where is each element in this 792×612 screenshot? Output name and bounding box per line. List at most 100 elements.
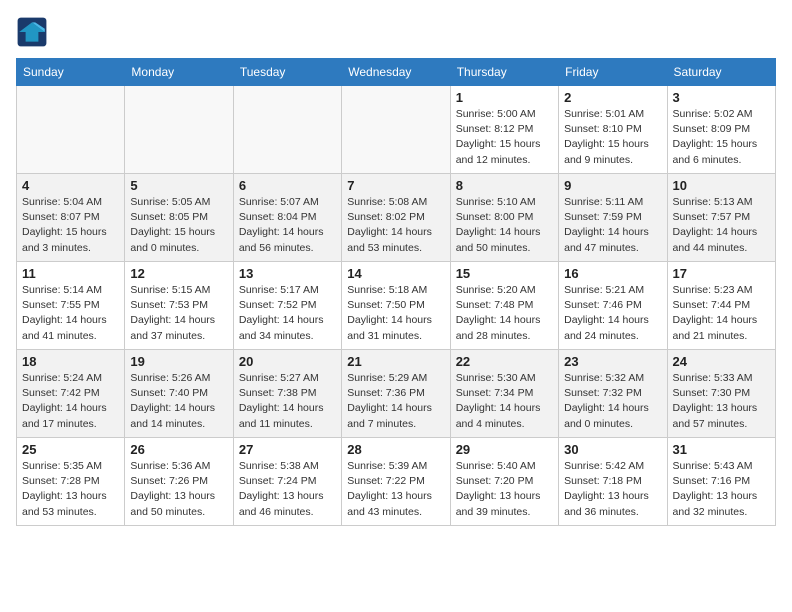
day-info: Sunrise: 5:11 AMSunset: 7:59 PMDaylight:… <box>564 195 661 256</box>
day-info: Sunrise: 5:14 AMSunset: 7:55 PMDaylight:… <box>22 283 119 344</box>
weekday-header-monday: Monday <box>125 59 233 86</box>
calendar-body: 1 Sunrise: 5:00 AMSunset: 8:12 PMDaylight… <box>17 86 776 526</box>
day-info: Sunrise: 5:20 AMSunset: 7:48 PMDaylight:… <box>456 283 553 344</box>
day-number: 11 <box>22 266 119 281</box>
calendar-cell: 4 Sunrise: 5:04 AMSunset: 8:07 PMDaylight… <box>17 174 125 262</box>
day-number: 26 <box>130 442 227 457</box>
day-info: Sunrise: 5:39 AMSunset: 7:22 PMDaylight:… <box>347 459 444 520</box>
weekday-header-tuesday: Tuesday <box>233 59 341 86</box>
calendar-cell: 28Sunrise: 5:39 AMSunset: 7:22 PMDayligh… <box>342 438 450 526</box>
calendar-cell: 21 Sunrise: 5:29 AMSunset: 7:36 PMDayligh… <box>342 350 450 438</box>
calendar-cell: 15 Sunrise: 5:20 AMSunset: 7:48 PMDayligh… <box>450 262 558 350</box>
day-number: 22 <box>456 354 553 369</box>
week-row-1: 1 Sunrise: 5:00 AMSunset: 8:12 PMDaylight… <box>17 86 776 174</box>
calendar-cell <box>233 86 341 174</box>
logo <box>16 16 52 48</box>
calendar-cell: 20 Sunrise: 5:27 AMSunset: 7:38 PMDayligh… <box>233 350 341 438</box>
day-number: 12 <box>130 266 227 281</box>
day-info: Sunrise: 5:15 AMSunset: 7:53 PMDaylight:… <box>130 283 227 344</box>
calendar-cell: 24 Sunrise: 5:33 AMSunset: 7:30 PMDayligh… <box>667 350 775 438</box>
calendar-cell: 13 Sunrise: 5:17 AMSunset: 7:52 PMDayligh… <box>233 262 341 350</box>
calendar-cell: 27 Sunrise: 5:38 AMSunset: 7:24 PMDayligh… <box>233 438 341 526</box>
day-info: Sunrise: 5:36 AMSunset: 7:26 PMDaylight:… <box>130 459 227 520</box>
day-number: 21 <box>347 354 444 369</box>
calendar-cell: 31Sunrise: 5:43 AMSunset: 7:16 PMDayligh… <box>667 438 775 526</box>
calendar-cell: 11 Sunrise: 5:14 AMSunset: 7:55 PMDayligh… <box>17 262 125 350</box>
day-info: Sunrise: 5:17 AMSunset: 7:52 PMDaylight:… <box>239 283 336 344</box>
weekday-header-thursday: Thursday <box>450 59 558 86</box>
day-info: Sunrise: 5:32 AMSunset: 7:32 PMDaylight:… <box>564 371 661 432</box>
day-info: Sunrise: 5:38 AMSunset: 7:24 PMDaylight:… <box>239 459 336 520</box>
calendar-cell: 17 Sunrise: 5:23 AMSunset: 7:44 PMDayligh… <box>667 262 775 350</box>
day-number: 23 <box>564 354 661 369</box>
day-number: 25 <box>22 442 119 457</box>
day-info: Sunrise: 5:40 AMSunset: 7:20 PMDaylight:… <box>456 459 553 520</box>
calendar-cell: 30Sunrise: 5:42 AMSunset: 7:18 PMDayligh… <box>559 438 667 526</box>
day-number: 19 <box>130 354 227 369</box>
week-row-5: 25 Sunrise: 5:35 AMSunset: 7:28 PMDayligh… <box>17 438 776 526</box>
day-number: 13 <box>239 266 336 281</box>
day-info: Sunrise: 5:23 AMSunset: 7:44 PMDaylight:… <box>673 283 770 344</box>
day-number: 24 <box>673 354 770 369</box>
calendar-cell: 8Sunrise: 5:10 AMSunset: 8:00 PMDaylight… <box>450 174 558 262</box>
calendar-cell: 12 Sunrise: 5:15 AMSunset: 7:53 PMDayligh… <box>125 262 233 350</box>
week-row-4: 18 Sunrise: 5:24 AMSunset: 7:42 PMDayligh… <box>17 350 776 438</box>
day-info: Sunrise: 5:43 AMSunset: 7:16 PMDaylight:… <box>673 459 770 520</box>
day-number: 27 <box>239 442 336 457</box>
day-info: Sunrise: 5:33 AMSunset: 7:30 PMDaylight:… <box>673 371 770 432</box>
calendar-cell <box>125 86 233 174</box>
calendar-cell: 18 Sunrise: 5:24 AMSunset: 7:42 PMDayligh… <box>17 350 125 438</box>
day-number: 1 <box>456 90 553 105</box>
calendar-cell: 29 Sunrise: 5:40 AMSunset: 7:20 PMDayligh… <box>450 438 558 526</box>
calendar-cell: 6 Sunrise: 5:07 AMSunset: 8:04 PMDaylight… <box>233 174 341 262</box>
day-number: 29 <box>456 442 553 457</box>
day-info: Sunrise: 5:18 AMSunset: 7:50 PMDaylight:… <box>347 283 444 344</box>
day-info: Sunrise: 5:21 AMSunset: 7:46 PMDaylight:… <box>564 283 661 344</box>
day-number: 9 <box>564 178 661 193</box>
calendar-cell: 16 Sunrise: 5:21 AMSunset: 7:46 PMDayligh… <box>559 262 667 350</box>
calendar-cell <box>17 86 125 174</box>
day-info: Sunrise: 5:35 AMSunset: 7:28 PMDaylight:… <box>22 459 119 520</box>
day-number: 8 <box>456 178 553 193</box>
day-info: Sunrise: 5:13 AMSunset: 7:57 PMDaylight:… <box>673 195 770 256</box>
calendar-cell: 5 Sunrise: 5:05 AMSunset: 8:05 PMDaylight… <box>125 174 233 262</box>
calendar-cell: 1 Sunrise: 5:00 AMSunset: 8:12 PMDaylight… <box>450 86 558 174</box>
day-number: 5 <box>130 178 227 193</box>
day-info: Sunrise: 5:27 AMSunset: 7:38 PMDaylight:… <box>239 371 336 432</box>
day-info: Sunrise: 5:02 AMSunset: 8:09 PMDaylight:… <box>673 107 770 168</box>
day-number: 15 <box>456 266 553 281</box>
day-info: Sunrise: 5:30 AMSunset: 7:34 PMDaylight:… <box>456 371 553 432</box>
calendar-cell: 22 Sunrise: 5:30 AMSunset: 7:34 PMDayligh… <box>450 350 558 438</box>
day-info: Sunrise: 5:24 AMSunset: 7:42 PMDaylight:… <box>22 371 119 432</box>
day-number: 3 <box>673 90 770 105</box>
day-info: Sunrise: 5:26 AMSunset: 7:40 PMDaylight:… <box>130 371 227 432</box>
day-number: 16 <box>564 266 661 281</box>
weekday-header-wednesday: Wednesday <box>342 59 450 86</box>
day-info: Sunrise: 5:29 AMSunset: 7:36 PMDaylight:… <box>347 371 444 432</box>
day-number: 4 <box>22 178 119 193</box>
calendar-cell: 3 Sunrise: 5:02 AMSunset: 8:09 PMDaylight… <box>667 86 775 174</box>
week-row-2: 4 Sunrise: 5:04 AMSunset: 8:07 PMDaylight… <box>17 174 776 262</box>
day-info: Sunrise: 5:01 AMSunset: 8:10 PMDaylight:… <box>564 107 661 168</box>
day-number: 6 <box>239 178 336 193</box>
calendar-cell: 10Sunrise: 5:13 AMSunset: 7:57 PMDayligh… <box>667 174 775 262</box>
day-info: Sunrise: 5:05 AMSunset: 8:05 PMDaylight:… <box>130 195 227 256</box>
weekday-header-sunday: Sunday <box>17 59 125 86</box>
weekday-header-friday: Friday <box>559 59 667 86</box>
day-number: 20 <box>239 354 336 369</box>
day-number: 18 <box>22 354 119 369</box>
week-row-3: 11 Sunrise: 5:14 AMSunset: 7:55 PMDayligh… <box>17 262 776 350</box>
day-number: 7 <box>347 178 444 193</box>
day-number: 14 <box>347 266 444 281</box>
day-info: Sunrise: 5:04 AMSunset: 8:07 PMDaylight:… <box>22 195 119 256</box>
day-info: Sunrise: 5:07 AMSunset: 8:04 PMDaylight:… <box>239 195 336 256</box>
day-number: 17 <box>673 266 770 281</box>
calendar-cell: 26 Sunrise: 5:36 AMSunset: 7:26 PMDayligh… <box>125 438 233 526</box>
day-info: Sunrise: 5:08 AMSunset: 8:02 PMDaylight:… <box>347 195 444 256</box>
calendar-cell: 2Sunrise: 5:01 AMSunset: 8:10 PMDaylight… <box>559 86 667 174</box>
calendar-cell: 14 Sunrise: 5:18 AMSunset: 7:50 PMDayligh… <box>342 262 450 350</box>
calendar-cell: 25 Sunrise: 5:35 AMSunset: 7:28 PMDayligh… <box>17 438 125 526</box>
day-info: Sunrise: 5:00 AMSunset: 8:12 PMDaylight:… <box>456 107 553 168</box>
day-info: Sunrise: 5:42 AMSunset: 7:18 PMDaylight:… <box>564 459 661 520</box>
calendar-cell <box>342 86 450 174</box>
